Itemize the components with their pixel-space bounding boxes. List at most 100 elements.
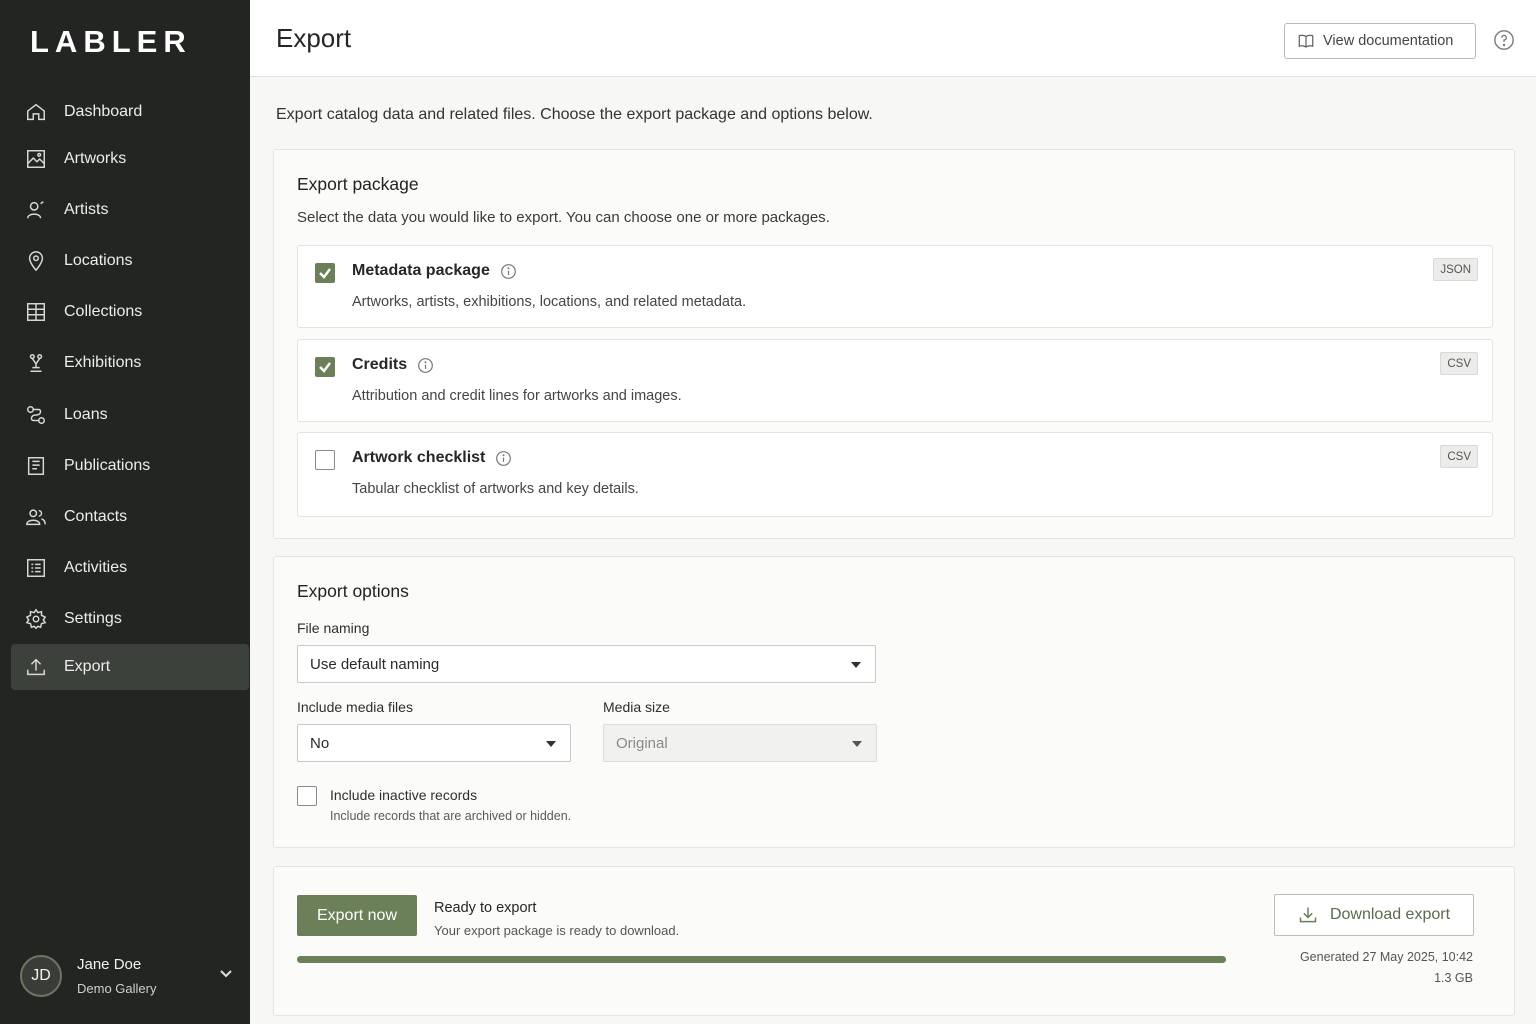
media-size-value: Original (616, 735, 668, 752)
package-description: Attribution and credit lines for artwork… (352, 388, 682, 404)
info-icon[interactable] (417, 357, 434, 374)
export-now-button[interactable]: Export now (297, 895, 417, 936)
sidebar-item-artists[interactable]: Artists (11, 187, 249, 233)
export-status-title: Ready to export (434, 900, 537, 916)
sidebar-item-label: Settings (64, 610, 122, 627)
help-icon[interactable] (1493, 29, 1515, 51)
include-media-value: No (310, 735, 330, 752)
file-naming-label: File naming (297, 620, 370, 636)
artwork-checklist-checkbox[interactable] (315, 450, 335, 470)
export-package-subtitle: Select the data you would like to export… (297, 209, 830, 226)
sidebar-item-label: Dashboard (64, 103, 143, 120)
sidebar-item-artworks[interactable]: Artworks (11, 136, 249, 182)
page-title: Export (276, 23, 352, 53)
check-icon (319, 362, 331, 373)
caret-down-icon (546, 741, 556, 747)
download-export-label: Download export (1329, 906, 1451, 923)
credits-checkbox[interactable] (315, 357, 335, 377)
sidebar-item-label: Contacts (64, 508, 128, 525)
include-inactive-description: Include records that are archived or hid… (330, 809, 572, 823)
sidebar-item-export[interactable]: Export (11, 644, 249, 690)
home-icon (25, 101, 47, 123)
view-documentation-button[interactable]: View documentation (1284, 23, 1476, 59)
package-title: Metadata package (352, 262, 490, 279)
media-size-label: Media size (603, 699, 670, 715)
sidebar-item-publications[interactable]: Publications (11, 443, 249, 489)
package-title: Artwork checklist (352, 449, 486, 466)
chevron-down-icon[interactable] (218, 965, 234, 981)
brand-logo: LABLER (30, 24, 192, 59)
file-naming-value: Use default naming (310, 656, 440, 673)
include-media-select[interactable]: No (297, 724, 571, 762)
format-badge: JSON (1433, 258, 1478, 281)
format-badge: CSV (1440, 352, 1478, 375)
export-progress-bar (297, 956, 1226, 963)
media-size-select[interactable]: Original (603, 724, 877, 762)
people-icon (25, 506, 47, 528)
image-icon (25, 148, 47, 170)
exchange-icon (25, 404, 47, 426)
export-progress-fill (297, 956, 1226, 963)
include-inactive-label: Include inactive records (330, 787, 478, 803)
sidebar-item-label: Locations (64, 252, 133, 269)
sidebar-item-label: Exhibitions (64, 354, 142, 371)
avatar: JD (20, 955, 62, 997)
book-open-icon (1298, 34, 1314, 48)
sidebar-item-activities[interactable]: Activities (11, 545, 249, 591)
sidebar: LABLER Dashboard Artworks Artists Locati… (0, 0, 250, 1024)
caret-down-icon (852, 741, 862, 747)
person-icon (25, 199, 47, 221)
page-intro: Export catalog data and related files. C… (276, 106, 873, 123)
sidebar-item-label: Artists (64, 201, 109, 218)
package-option-metadata[interactable]: Metadata package Artworks, artists, exhi… (297, 245, 1493, 328)
package-description: Artworks, artists, exhibitions, location… (352, 294, 747, 310)
generated-timestamp: Generated 27 May 2025, 10:42 (1299, 950, 1473, 964)
export-file-size: 1.3 GB (1434, 971, 1473, 985)
sidebar-item-label: Artworks (64, 150, 127, 167)
sidebar-item-label: Collections (64, 303, 143, 320)
user-menu[interactable]: JD Jane Doe Demo Gallery (20, 950, 240, 1002)
export-package-card: Export package Select the data you would… (273, 149, 1515, 539)
sidebar-item-exhibitions[interactable]: Exhibitions (11, 340, 249, 386)
page-header: Export View documentation (250, 0, 1536, 77)
file-naming-select[interactable]: Use default naming (297, 645, 876, 683)
grid-icon (25, 301, 47, 323)
metadata-package-checkbox[interactable] (315, 263, 335, 283)
gear-icon (25, 608, 47, 630)
format-badge: CSV (1440, 445, 1478, 468)
export-package-title: Export package (297, 174, 419, 194)
view-documentation-label: View documentation (1323, 33, 1454, 49)
user-org: Demo Gallery (77, 981, 157, 996)
package-option-credits[interactable]: Credits Attribution and credit lines for… (297, 339, 1493, 422)
export-status-subtitle: Your export package is ready to download… (434, 923, 680, 938)
sidebar-item-label: Activities (64, 559, 128, 576)
sidebar-item-label: Publications (64, 457, 151, 474)
include-inactive-checkbox[interactable] (297, 786, 317, 806)
sidebar-item-loans[interactable]: Loans (11, 392, 249, 438)
check-icon (319, 268, 331, 279)
info-icon[interactable] (495, 450, 512, 467)
download-export-button[interactable]: Download export (1274, 894, 1474, 936)
export-options-card: Export options File naming Use default n… (273, 556, 1515, 848)
upload-icon (25, 656, 47, 678)
export-action-card: Export now Ready to export Your export p… (273, 866, 1515, 1016)
download-icon (1299, 907, 1317, 923)
info-icon[interactable] (500, 263, 517, 280)
sidebar-item-dashboard[interactable]: Dashboard (11, 89, 249, 135)
sidebar-item-settings[interactable]: Settings (11, 596, 249, 642)
sidebar-item-label: Loans (64, 406, 108, 423)
sidebar-item-collections[interactable]: Collections (11, 289, 249, 335)
user-name: Jane Doe (77, 956, 142, 973)
sculpture-icon (25, 352, 47, 374)
sidebar-item-label: Export (64, 658, 111, 675)
caret-down-icon (851, 662, 861, 668)
sidebar-item-locations[interactable]: Locations (11, 238, 249, 284)
map-pin-icon (25, 250, 47, 272)
book-icon (25, 455, 47, 477)
list-icon (25, 557, 47, 579)
sidebar-item-contacts[interactable]: Contacts (11, 494, 249, 540)
package-option-checklist[interactable]: Artwork checklist Tabular checklist of a… (297, 432, 1493, 517)
export-options-title: Export options (297, 581, 409, 601)
package-description: Tabular checklist of artworks and key de… (352, 481, 639, 497)
include-media-label: Include media files (297, 699, 413, 715)
